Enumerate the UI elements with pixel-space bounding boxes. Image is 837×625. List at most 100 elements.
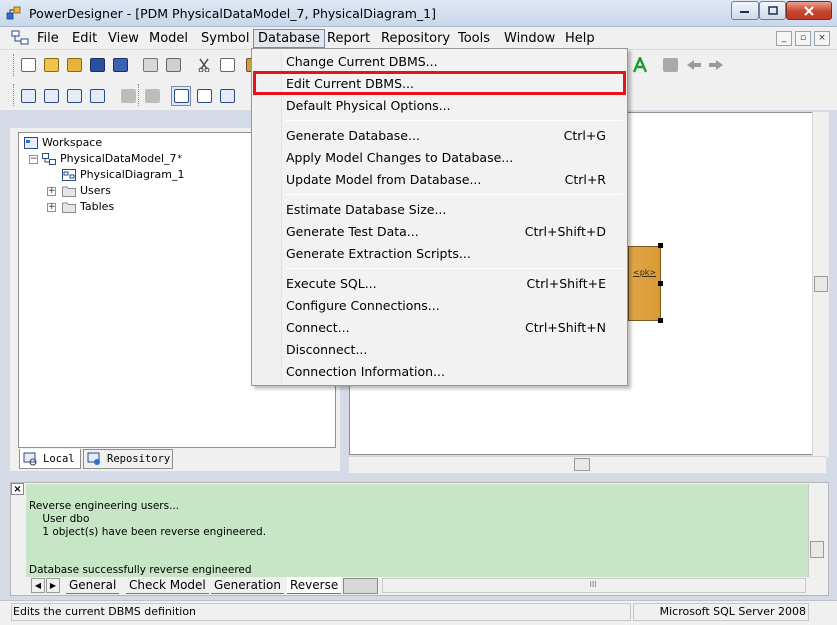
output-horizontal-scroll-thumb[interactable]: III [585,579,601,592]
output-vertical-scroll-thumb[interactable] [810,541,824,558]
text-style-icon[interactable] [630,55,650,75]
tree-item-tables-folder[interactable]: Tables [62,199,114,215]
menu-tools[interactable]: Tools [454,29,494,48]
menu-item-generate-test-data[interactable]: Generate Test Data... Ctrl+Shift+D [254,221,625,243]
menu-item-label: Connection Information... [286,364,445,379]
browser-toggle-icon[interactable] [171,86,191,106]
print-icon[interactable] [163,55,183,75]
output-toggle-icon[interactable] [194,86,214,106]
menu-item-connection-information[interactable]: Connection Information... [254,361,625,383]
menu-item-change-current-dbms[interactable]: Change Current DBMS... [254,51,625,73]
canvas-vertical-scroll-thumb[interactable] [814,276,828,292]
menu-item-label: Default Physical Options... [286,98,451,113]
output-close-icon[interactable]: × [11,483,24,495]
output-tab-general[interactable]: General [66,577,120,594]
copy-icon[interactable] [217,55,237,75]
save-icon[interactable] [87,55,107,75]
menu-item-label: Generate Database... [286,128,420,143]
menu-item-label: Update Model from Database... [286,172,482,187]
open-folder-icon[interactable] [64,55,84,75]
canvas-horizontal-scroll-thumb[interactable] [574,458,590,471]
mdi-restore-button[interactable]: ▫ [795,31,811,46]
tree-item-model[interactable]: PhysicalDataModel_7 * [42,151,182,167]
print-preview-icon[interactable] [140,55,160,75]
result-list-toggle-icon[interactable] [217,86,237,106]
tab-repository[interactable]: Repository [83,449,173,469]
save-all-icon[interactable] [110,55,130,75]
menu-item-execute-sql[interactable]: Execute SQL... Ctrl+Shift+E [254,273,625,295]
diagram-tool-icon[interactable] [18,86,38,106]
view-tool-icon[interactable] [64,86,84,106]
menu-window[interactable]: Window [500,29,559,48]
open-icon[interactable] [41,55,61,75]
menu-item-disconnect[interactable]: Disconnect... [254,339,625,361]
selection-handle[interactable] [658,243,663,248]
tab-label: Repository [107,453,171,465]
right-arrow-glyph [709,60,723,70]
redo-arrow-icon[interactable] [706,55,726,75]
menu-item-estimate-database-size[interactable]: Estimate Database Size... [254,199,625,221]
menu-database[interactable]: Database [253,29,326,48]
menu-item-configure-connections[interactable]: Configure Connections... [254,295,625,317]
output-tab-reverse[interactable]: Reverse [287,577,342,594]
menu-model[interactable]: Model [145,29,192,48]
tree-item-diagram[interactable]: PhysicalDiagram_1 [62,167,184,183]
folder-icon [62,202,76,213]
unsaved-marker: * [177,154,183,164]
zoom-out-icon[interactable] [142,86,162,106]
close-button[interactable] [786,1,832,20]
selection-handle[interactable] [658,318,663,323]
menu-item-generate-database[interactable]: Generate Database... Ctrl+G [254,125,625,147]
menu-repository[interactable]: Repository [377,29,454,48]
workspace-icon [24,137,38,149]
output-tab-check-model[interactable]: Check Model [126,577,209,594]
cut-icon[interactable] [194,55,214,75]
new-icon[interactable] [18,55,38,75]
menu-item-generate-extraction-scripts[interactable]: Generate Extraction Scripts... [254,243,625,265]
letter-a-glyph [632,57,648,73]
format-painter-icon[interactable] [660,55,680,75]
tree-item-workspace[interactable]: Workspace [24,135,102,151]
menu-view[interactable]: View [104,29,143,48]
minimize-button[interactable] [731,1,759,20]
zoom-in-icon[interactable] [118,86,138,106]
tree-item-users-folder[interactable]: Users [62,183,111,199]
undo-arrow-icon[interactable] [684,55,704,75]
selection-handle[interactable] [658,281,663,286]
mdi-close-button[interactable]: × [814,31,830,46]
tab-scroll-left-button[interactable]: ◀ [31,578,45,593]
package-tool-icon[interactable] [87,86,107,106]
output-tab-generation[interactable]: Generation [211,577,284,594]
menu-file[interactable]: File [33,29,63,48]
menu-item-label: Estimate Database Size... [286,202,447,217]
output-line: 1 object(s) have been reverse engineered… [29,526,267,538]
document-system-menu-icon[interactable] [11,30,29,46]
menu-symbol[interactable]: Symbol [197,29,253,48]
mdi-minimize-button[interactable]: _ [776,31,792,46]
toolbar-grip[interactable] [13,84,16,106]
tree-expand-toggle[interactable]: + [47,187,56,196]
table-symbol[interactable] [628,246,661,321]
maximize-button[interactable] [759,1,786,20]
tab-scroll-right-button[interactable]: ▶ [46,578,60,593]
table-tool-icon[interactable] [41,86,61,106]
toolbar-grip[interactable] [13,54,16,76]
menu-item-apply-model-changes[interactable]: Apply Model Changes to Database... [254,147,625,169]
menu-help[interactable]: Help [561,29,599,48]
tree-expand-toggle[interactable]: + [47,203,56,212]
menu-item-default-physical-options[interactable]: Default Physical Options... [254,95,625,117]
output-line: Database successfully reverse engineered [29,564,252,576]
status-message: Edits the current DBMS definition [11,603,631,621]
menu-separator [285,194,623,195]
tree-collapse-toggle[interactable]: − [29,155,38,164]
physical-diagram-icon [62,169,76,181]
left-arrow-glyph [687,60,701,70]
menu-item-update-model-from-database[interactable]: Update Model from Database... Ctrl+R [254,169,625,191]
menu-edit[interactable]: Edit [68,29,101,48]
menu-item-connect[interactable]: Connect... Ctrl+Shift+N [254,317,625,339]
toolbar-grip[interactable] [138,84,141,106]
tab-local[interactable]: Local [19,449,81,469]
powerdesigner-app-icon[interactable] [6,5,22,21]
output-vertical-scrollbar[interactable] [808,484,826,577]
menu-report[interactable]: Report [323,29,374,48]
